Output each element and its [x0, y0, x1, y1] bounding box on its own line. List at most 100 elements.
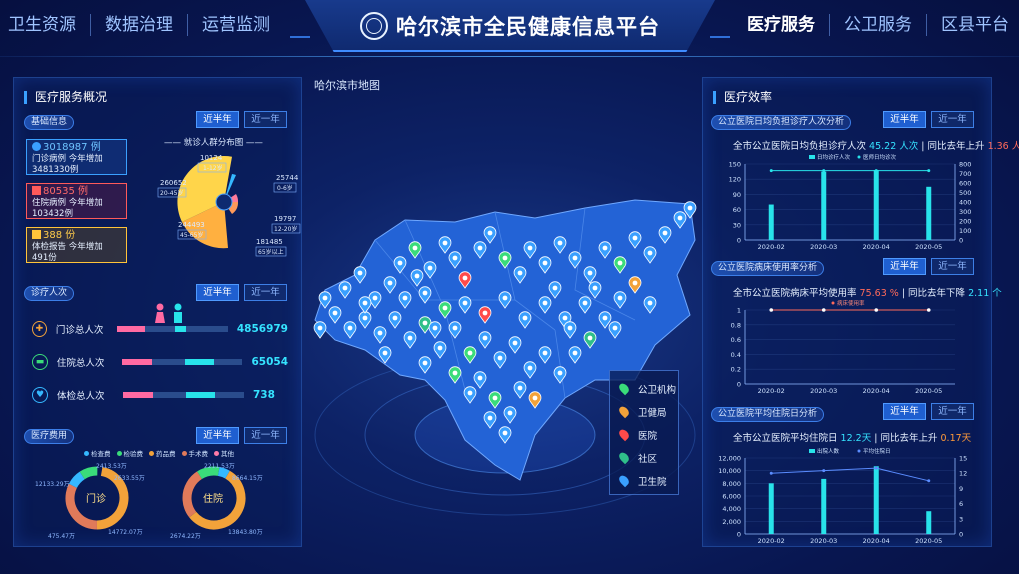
y2-tick-label: 700 — [959, 170, 971, 178]
nav-item-operation-monitoring[interactable]: 运营监测 — [188, 14, 284, 36]
nav-item-medical-service[interactable]: 医疗服务 — [733, 14, 830, 36]
pie-title: —— 就诊人群分布图 —— — [164, 138, 263, 148]
one-year-button[interactable]: 近一年 — [931, 258, 974, 275]
map-legend: 公卫机构 卫健局 医院 社区 卫生院 — [609, 370, 679, 495]
male-bar — [185, 392, 215, 398]
fee-value: 14772.07万 — [108, 529, 143, 536]
legend-label: 卫生院 — [638, 476, 667, 488]
legend-label: 平均住院日 — [863, 447, 891, 455]
page-title: 哈尔滨市全民健康信息平台 — [396, 15, 660, 39]
y-tick-label: 2,000 — [722, 518, 741, 526]
y-tick-label: 150 — [729, 161, 741, 169]
pie-range: 0-6岁 — [277, 184, 293, 192]
gender-bar — [122, 359, 243, 365]
y2-tick-label: 500 — [959, 189, 971, 197]
exam-card: 388 份 体检报告 今年增加 491份 — [26, 227, 127, 263]
y2-tick-label: 0 — [959, 531, 963, 539]
chart-tag: 公立医院日均负担诊疗人次分析 — [711, 115, 852, 130]
pie-label: 181485 — [256, 238, 283, 246]
map-pin[interactable] — [313, 321, 327, 339]
visit-value: 65054 — [251, 356, 288, 368]
exam-value: 388 份 — [43, 230, 76, 241]
fee-value: 2413.53万 — [96, 463, 127, 470]
bar — [873, 466, 879, 534]
legend-swatch — [809, 155, 815, 159]
visit-label: 体检总人次 — [57, 391, 105, 402]
legend-item[interactable]: 卫生院 — [617, 469, 678, 492]
legend-item[interactable]: 医院 — [617, 423, 678, 446]
y2-tick-label: 3 — [959, 515, 963, 523]
half-year-button[interactable]: 近半年 — [196, 427, 239, 444]
y-tick-label: 4,000 — [722, 505, 741, 513]
outpatient-increase: 3481330例 — [32, 165, 79, 175]
one-year-button[interactable]: 近一年 — [244, 111, 287, 128]
y-tick-label: 0 — [737, 237, 741, 245]
nav-item-public-health[interactable]: 公卫服务 — [830, 14, 927, 36]
male-bar — [184, 359, 214, 365]
nav-right: 医疗服务 公卫服务 区县平台 — [733, 14, 1019, 36]
bar — [926, 186, 932, 240]
pie-range: 65岁以上 — [258, 248, 284, 256]
legend-label: 社区 — [638, 453, 658, 465]
one-year-button[interactable]: 近一年 — [244, 284, 287, 301]
title-wrap: 哈尔滨市全民健康信息平台 — [340, 8, 680, 44]
visit-type-icon: ♥ — [32, 387, 48, 403]
pie-range: 12-20岁 — [274, 225, 297, 233]
header-deco — [710, 36, 730, 38]
y-tick-label: 6,000 — [722, 493, 741, 501]
visit-value: 4856979 — [236, 323, 288, 335]
visit-label: 门诊总人次 — [55, 325, 104, 336]
nav-item-data-governance[interactable]: 数据治理 — [91, 14, 188, 36]
donut-label: 住院 — [203, 492, 223, 505]
y2-tick-label: 9 — [959, 485, 963, 493]
line-point — [821, 308, 826, 312]
half-year-button[interactable]: 近半年 — [196, 111, 239, 128]
half-year-button[interactable]: 近半年 — [883, 403, 926, 420]
header-deco — [290, 36, 310, 38]
y2-tick-label: 15 — [959, 455, 967, 463]
pie-label: 260652 — [160, 179, 187, 187]
fee-value: 12133.29万 — [35, 481, 70, 488]
pin-icon — [617, 381, 631, 396]
fee-value: 13843.80万 — [228, 529, 263, 536]
medical-efficiency-panel: 医疗效率 公立医院日均负担诊疗人次分析 近半年 近一年 全市公立医院日均负担诊疗… — [702, 77, 1019, 547]
legend-label: 医师日均诊次 — [863, 153, 897, 161]
y-tick-label: 120 — [729, 176, 741, 184]
half-year-button[interactable]: 近半年 — [196, 284, 239, 301]
pin-icon — [617, 473, 631, 488]
fee-value: 475.47万 — [48, 533, 75, 540]
visit-row: ♥ 体检总人次 738 — [32, 387, 288, 403]
y2-tick-label: 0 — [959, 237, 963, 245]
nav-item-county-platform[interactable]: 区县平台 — [927, 14, 1019, 36]
line-point — [769, 471, 773, 475]
legend-label: 卫健局 — [638, 407, 667, 419]
one-year-button[interactable]: 近一年 — [931, 111, 974, 128]
y-tick-label: 60 — [733, 206, 741, 214]
pie-center — [215, 193, 233, 211]
visit-type-icon: ✚ — [32, 321, 47, 337]
gender-bar — [123, 392, 244, 398]
legend-item[interactable]: 卫健局 — [617, 400, 678, 423]
half-year-button[interactable]: 近半年 — [883, 111, 926, 128]
legend-item[interactable]: 社区 — [617, 446, 678, 469]
donut-label: 门诊 — [86, 492, 106, 505]
one-year-button[interactable]: 近一年 — [244, 427, 287, 444]
line-point — [822, 469, 826, 473]
bar — [926, 511, 932, 534]
line-point — [926, 308, 931, 312]
line-point — [874, 308, 879, 312]
fee-value: 8664.15万 — [232, 475, 263, 482]
legend-item[interactable]: 公卫机构 — [617, 377, 678, 400]
x-tick-label: 2020-03 — [810, 243, 837, 251]
outpatient-icon — [32, 142, 41, 151]
y2-tick-label: 200 — [959, 218, 971, 226]
nav-item-health-resources[interactable]: 卫生资源 — [0, 14, 91, 36]
y-tick-label: 0.6 — [731, 336, 741, 344]
female-bar — [117, 326, 145, 332]
medical-overview-panel: 医疗服务概况 基础信息 近半年 近一年 3018987 例 门诊病例 今年增加 … — [13, 77, 302, 547]
visit-type-icon: ▬ — [32, 354, 48, 370]
male-bar — [174, 326, 187, 332]
one-year-button[interactable]: 近一年 — [931, 403, 974, 420]
half-year-button[interactable]: 近半年 — [883, 258, 926, 275]
header-divider — [0, 56, 1019, 57]
